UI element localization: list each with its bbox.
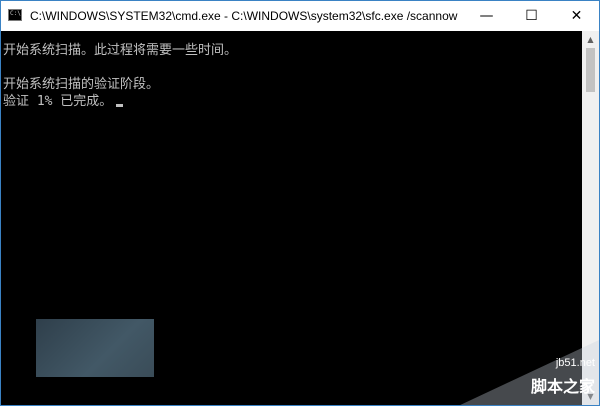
console-line: 开始系统扫描的验证阶段。	[3, 77, 160, 92]
console-line: 开始系统扫描。此过程将需要一些时间。	[3, 43, 238, 58]
window-title: C:\WINDOWS\SYSTEM32\cmd.exe - C:\WINDOWS…	[30, 9, 458, 23]
maximize-button[interactable]: ☐	[509, 1, 554, 31]
watermark: jb51.net 脚本之家	[456, 339, 599, 405]
close-button[interactable]: ✕	[554, 1, 599, 31]
progress-text: 验证 1% 已完成。	[3, 94, 113, 109]
watermark-domain: jb51.net	[555, 357, 595, 369]
console-line-progress: 验证 1% 已完成。	[3, 94, 124, 110]
scroll-up-arrow-icon[interactable]: ▲	[582, 31, 599, 48]
scrollbar-thumb[interactable]	[586, 48, 595, 92]
text-cursor	[116, 104, 124, 107]
cmd-window: C:\ C:\WINDOWS\SYSTEM32\cmd.exe - C:\WIN…	[0, 0, 600, 406]
minimize-button[interactable]: —	[464, 1, 509, 31]
cmd-icon[interactable]: C:\	[8, 9, 22, 21]
title-bar[interactable]: C:\ C:\WINDOWS\SYSTEM32\cmd.exe - C:\WIN…	[1, 1, 599, 31]
watermark-brand: 脚本之家	[530, 377, 595, 396]
cmd-icon-glyph: C:\	[10, 10, 21, 17]
blurred-region	[36, 319, 154, 377]
